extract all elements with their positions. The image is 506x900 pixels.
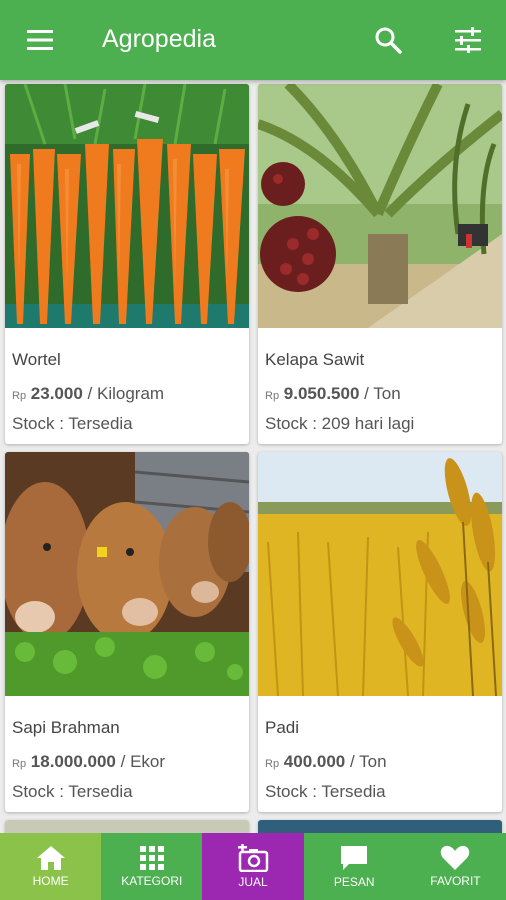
menu-button[interactable] bbox=[20, 22, 60, 58]
product-image-partial bbox=[5, 820, 249, 833]
nav-home[interactable]: HOME bbox=[0, 833, 102, 900]
product-name: Sapi Brahman bbox=[12, 718, 120, 737]
nav-kategori[interactable]: KATEGORI bbox=[101, 833, 203, 900]
price-unit: / Ton bbox=[349, 752, 387, 771]
nav-jual[interactable]: JUAL bbox=[202, 833, 304, 900]
search-button[interactable] bbox=[368, 22, 408, 58]
product-price: Rp 9.050.500 / Ton bbox=[265, 384, 401, 404]
product-name: Kelapa Sawit bbox=[265, 350, 365, 369]
product-image-palm-oil bbox=[258, 84, 502, 328]
search-icon bbox=[375, 27, 402, 54]
product-price: Rp 23.000 / Kilogram bbox=[12, 384, 164, 404]
currency-label: Rp bbox=[265, 390, 280, 402]
price-amount: 23.000 bbox=[30, 384, 83, 403]
product-card-sapi-brahman[interactable]: Sapi Brahman Rp 18.000.000 / Ekor Stock … bbox=[5, 452, 249, 812]
menu-icon bbox=[27, 30, 53, 50]
price-amount: 9.050.500 bbox=[283, 384, 360, 403]
product-image-partial bbox=[258, 820, 502, 833]
nav-kategori-label: KATEGORI bbox=[121, 874, 183, 888]
price-unit: / Ekor bbox=[120, 752, 166, 771]
nav-home-label: HOME bbox=[32, 874, 69, 888]
chat-icon bbox=[341, 846, 368, 870]
app-bar: Agropedia bbox=[0, 0, 506, 80]
product-price: Rp 18.000.000 / Ekor bbox=[12, 752, 165, 772]
heart-icon bbox=[441, 845, 470, 870]
price-amount: 18.000.000 bbox=[30, 752, 116, 771]
nav-favorit[interactable]: FAVORIT bbox=[404, 833, 506, 900]
home-icon bbox=[36, 846, 65, 870]
product-card-padi[interactable]: Padi Rp 400.000 / Ton Stock : Tersedia bbox=[258, 452, 502, 812]
currency-label: Rp bbox=[12, 758, 27, 770]
nav-jual-label: JUAL bbox=[238, 875, 268, 889]
add-photo-icon bbox=[238, 844, 269, 872]
price-amount: 400.000 bbox=[283, 752, 346, 771]
currency-label: Rp bbox=[12, 390, 27, 402]
nav-pesan-label: PESAN bbox=[333, 875, 375, 889]
bottom-navigation: HOME KATEGORI JUAL PESAN FAVORIT bbox=[0, 833, 506, 900]
product-stock: Stock : Tersedia bbox=[12, 782, 133, 801]
product-image-rice-field bbox=[258, 452, 502, 696]
product-grid: Wortel Rp 23.000 / Kilogram Stock : Ters… bbox=[0, 80, 506, 833]
product-stock: Stock : Tersedia bbox=[12, 414, 133, 433]
product-card-kelapa-sawit[interactable]: Kelapa Sawit Rp 9.050.500 / Ton Stock : … bbox=[258, 84, 502, 444]
product-card-partial[interactable] bbox=[5, 820, 249, 833]
filter-button[interactable] bbox=[448, 22, 488, 58]
product-price: Rp 400.000 / Ton bbox=[265, 752, 387, 772]
nav-favorit-label: FAVORIT bbox=[430, 874, 481, 888]
tune-icon bbox=[455, 27, 481, 53]
product-stock: Stock : 209 hari lagi bbox=[265, 414, 415, 433]
product-card-wortel[interactable]: Wortel Rp 23.000 / Kilogram Stock : Ters… bbox=[5, 84, 249, 444]
product-name: Padi bbox=[265, 718, 300, 737]
currency-label: Rp bbox=[265, 758, 280, 770]
price-unit: / Ton bbox=[364, 384, 401, 403]
grid-icon bbox=[139, 846, 164, 870]
product-name: Wortel bbox=[12, 350, 61, 369]
app-title: Agropedia bbox=[102, 25, 216, 53]
product-card-partial[interactable] bbox=[258, 820, 502, 833]
product-image-cattle bbox=[5, 452, 249, 696]
price-unit: / Kilogram bbox=[87, 384, 165, 403]
product-stock: Stock : Tersedia bbox=[265, 782, 386, 801]
product-image-carrots bbox=[5, 84, 249, 328]
nav-pesan[interactable]: PESAN bbox=[303, 833, 405, 900]
